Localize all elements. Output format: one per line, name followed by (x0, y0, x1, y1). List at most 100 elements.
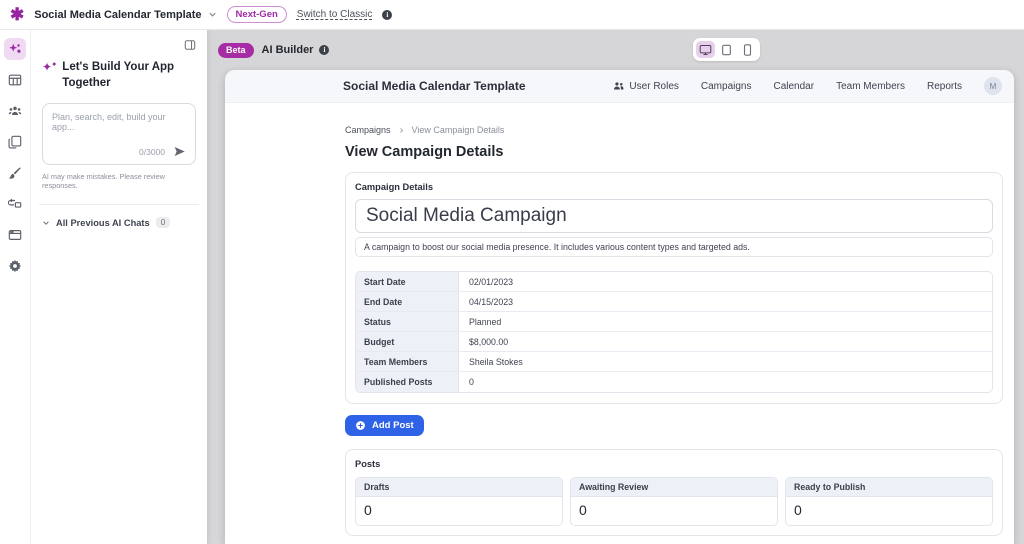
project-switcher[interactable]: Social Media Calendar Template (34, 9, 216, 21)
field-value: 0 (459, 372, 992, 392)
nav-item-team-members[interactable]: Team Members (836, 81, 905, 92)
field-value: 02/01/2023 (459, 272, 992, 291)
campaign-fields-table: Start Date 02/01/2023 End Date 04/15/202… (355, 271, 993, 393)
posts-heading: Posts (355, 459, 993, 469)
field-label: Team Members (356, 352, 459, 371)
nav-item-campaigns[interactable]: Campaigns (701, 81, 752, 92)
info-icon[interactable]: i (382, 10, 392, 20)
chevron-down-icon (42, 219, 50, 227)
field-label: Published Posts (356, 372, 459, 392)
nav-item-reports[interactable]: Reports (927, 81, 962, 92)
user-roles-icon (613, 81, 624, 91)
sparkle-icon (8, 42, 22, 56)
builder-canvas: Beta AI Builder i Social Media Calendar … (207, 30, 1024, 544)
breadcrumb-campaigns[interactable]: Campaigns (345, 125, 391, 135)
nav-label: Team Members (836, 81, 905, 92)
stat-label: Drafts (356, 478, 562, 497)
collapse-panel-icon[interactable] (184, 38, 196, 56)
send-icon[interactable] (173, 145, 186, 158)
field-value: $8,000.00 (459, 332, 992, 351)
table-row: Budget $8,000.00 (356, 332, 992, 352)
chat-input[interactable] (52, 112, 186, 136)
add-post-button[interactable]: Add Post (345, 415, 424, 436)
field-value: Planned (459, 312, 992, 331)
avatar[interactable]: M (984, 77, 1002, 95)
app-header: Social Media Calendar Template User Role… (225, 70, 1014, 103)
table-row: Published Posts 0 (356, 372, 992, 392)
project-title: Social Media Calendar Template (34, 9, 201, 21)
rail-item-data-tables[interactable] (4, 69, 26, 91)
field-value: Sheila Stokes (459, 352, 992, 371)
stat-value: 0 (571, 497, 777, 525)
field-label: Status (356, 312, 459, 331)
browser-bar-icon (8, 228, 22, 242)
campaign-details-card: Campaign Details Social Media Campaign A… (345, 172, 1003, 404)
nav-label: Campaigns (701, 81, 752, 92)
chevron-down-icon (208, 10, 217, 19)
chat-heading: Let's Build Your App Together (62, 60, 190, 91)
breadcrumb: Campaigns View Campaign Details (345, 125, 1003, 135)
field-label: End Date (356, 292, 459, 311)
softr-logo-icon: ✱ (10, 6, 24, 23)
gear-icon (8, 259, 22, 273)
desktop-preview-button[interactable] (696, 41, 715, 58)
chat-input-box: 0/3000 (42, 103, 196, 165)
next-gen-badge: Next-Gen (227, 6, 287, 23)
field-label: Start Date (356, 272, 459, 291)
stat-awaiting-review: Awaiting Review 0 (570, 477, 778, 526)
left-icon-rail (0, 30, 30, 544)
nav-label: User Roles (629, 81, 678, 92)
stat-value: 0 (356, 497, 562, 525)
campaign-details-heading: Campaign Details (355, 182, 993, 192)
top-bar: ✱ Social Media Calendar Template Next-Ge… (0, 0, 1024, 30)
rail-item-navbar[interactable] (4, 224, 26, 246)
add-post-label: Add Post (372, 420, 414, 431)
rail-item-settings[interactable] (4, 255, 26, 277)
posts-card: Posts Drafts 0 Awaiting Review 0 Ready t… (345, 449, 1003, 536)
char-counter: 0/3000 (139, 147, 165, 157)
builder-toolbar: Beta AI Builder i (207, 30, 1024, 70)
app-nav: User Roles Campaigns Calendar Team Membe… (613, 77, 1002, 95)
phone-icon (743, 44, 752, 56)
sparkle-icon: ✦● (42, 60, 56, 91)
rail-item-design[interactable] (4, 162, 26, 184)
campaign-name-field: Social Media Campaign (355, 199, 993, 233)
paintbrush-icon (8, 166, 22, 180)
campaign-description-field: A campaign to boost our social media pre… (355, 237, 993, 257)
builder-title: AI Builder (262, 44, 314, 56)
posts-stats-row: Drafts 0 Awaiting Review 0 Ready to Publ… (355, 477, 993, 526)
rail-item-users[interactable] (4, 100, 26, 122)
table-row: Status Planned (356, 312, 992, 332)
breadcrumb-current: View Campaign Details (412, 125, 505, 135)
tablet-preview-button[interactable] (717, 41, 736, 58)
tablet-icon (721, 44, 732, 56)
users-icon (8, 104, 22, 118)
phone-preview-button[interactable] (738, 41, 757, 58)
pages-icon (8, 135, 22, 149)
breadcrumb-separator-icon (398, 127, 405, 134)
rail-item-ai-builder[interactable] (4, 38, 26, 60)
page-title: View Campaign Details (345, 144, 1003, 160)
nav-label: Calendar (773, 81, 814, 92)
nav-label: Reports (927, 81, 962, 92)
previous-chats-toggle[interactable]: All Previous AI Chats 0 (42, 217, 196, 228)
stat-label: Awaiting Review (571, 478, 777, 497)
field-label: Budget (356, 332, 459, 351)
plus-circle-icon (355, 420, 366, 431)
app-header-title: Social Media Calendar Template (343, 79, 526, 93)
table-row: Start Date 02/01/2023 (356, 272, 992, 292)
nav-item-user-roles[interactable]: User Roles (613, 81, 678, 92)
stat-ready-to-publish: Ready to Publish 0 (785, 477, 993, 526)
previous-chats-label: All Previous AI Chats (56, 218, 150, 228)
desktop-icon (699, 44, 712, 56)
rail-item-workflow[interactable] (4, 193, 26, 215)
rail-item-pages[interactable] (4, 131, 26, 153)
switch-to-classic-link[interactable]: Switch to Classic (297, 9, 373, 20)
info-icon[interactable]: i (319, 45, 329, 55)
ai-chat-panel: ✦● Let's Build Your App Together 0/3000 … (30, 30, 207, 544)
device-preview-toggle (693, 38, 760, 61)
previous-chats-count-badge: 0 (156, 217, 170, 228)
nav-item-calendar[interactable]: Calendar (773, 81, 814, 92)
table-icon (8, 73, 22, 87)
stat-drafts: Drafts 0 (355, 477, 563, 526)
